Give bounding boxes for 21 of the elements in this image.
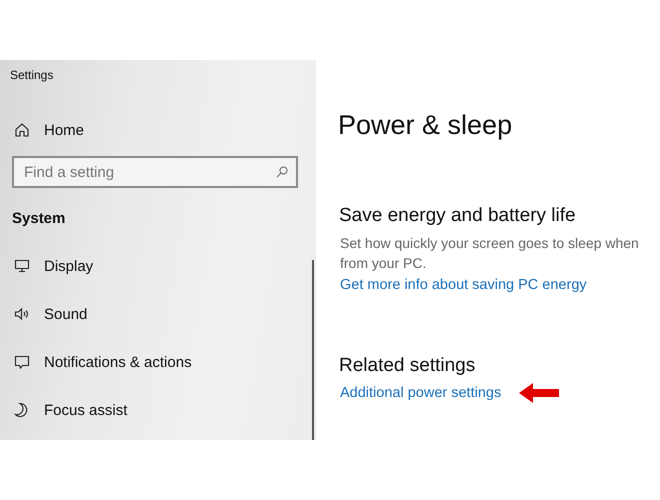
link[interactable]: Additional power settings xyxy=(340,385,502,401)
home-item[interactable]: Home xyxy=(14,120,316,140)
scrollbar[interactable] xyxy=(312,260,314,440)
window-title: Settings xyxy=(10,68,54,82)
moon-icon xyxy=(14,402,30,418)
section-heading: System xyxy=(12,210,66,227)
section-heading: Save energy and battery life xyxy=(338,205,576,227)
monitor-icon xyxy=(14,258,30,274)
section-heading: Related settings xyxy=(338,355,476,377)
page-title: Power & sleep xyxy=(338,110,512,141)
nav-item[interactable]: Notifications & actions xyxy=(14,352,316,372)
nav-item[interactable]: Sound xyxy=(14,304,316,324)
nav-item[interactable]: Display xyxy=(14,256,316,276)
description: Set how quickly your screen goes to sleep when from your PC. xyxy=(340,234,639,273)
link[interactable]: Get more info about saving PC energy xyxy=(340,277,587,293)
speaker-icon xyxy=(14,306,30,322)
message-icon xyxy=(14,354,30,370)
home-icon xyxy=(14,122,30,138)
nav-item[interactable]: Focus assist xyxy=(14,400,316,420)
search-field[interactable]: Find a setting xyxy=(12,156,298,188)
search-icon xyxy=(276,166,288,178)
